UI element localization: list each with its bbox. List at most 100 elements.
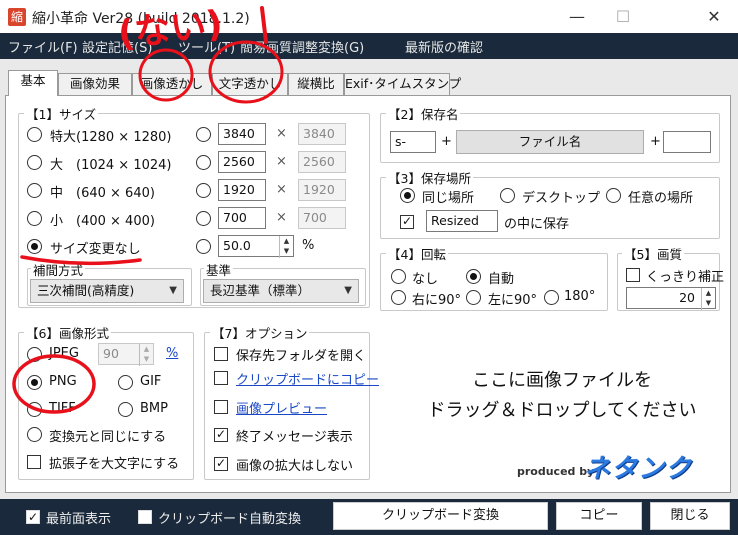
- width-input-s[interactable]: 700: [218, 207, 266, 229]
- subfolder-input[interactable]: Resized: [426, 210, 498, 232]
- width-input-l[interactable]: 2560: [218, 151, 266, 173]
- tab-exif[interactable]: Exif･タイムスタンプ: [344, 73, 461, 95]
- save-place-label: 【3】保存場所: [386, 168, 473, 187]
- clipboard-convert-button[interactable]: クリップボード変換: [333, 502, 548, 530]
- tab-basic[interactable]: 基本: [8, 70, 58, 96]
- no-enlarge-label: 画像の拡大はしない: [236, 459, 354, 474]
- rotate-none-label: なし: [412, 272, 439, 287]
- any-place-radio[interactable]: [606, 188, 621, 203]
- rotate-none-radio[interactable]: [391, 269, 406, 284]
- desktop-radio[interactable]: [500, 188, 515, 203]
- open-folder-checkbox[interactable]: [214, 347, 228, 361]
- finish-msg-label: 終了メッセージ表示: [236, 430, 353, 445]
- percent-radio[interactable]: [196, 239, 211, 254]
- format-label: 【6】画像形式: [24, 323, 111, 342]
- sharp-label: くっきり補正: [646, 270, 725, 285]
- tab-text-watermark[interactable]: 文字透かし: [212, 73, 288, 95]
- clip-auto-checkbox[interactable]: [138, 510, 152, 524]
- prefix-input[interactable]: s-: [390, 131, 436, 153]
- times-m: ×: [276, 182, 287, 197]
- menu-settings[interactable]: 設定記憶(S): [82, 37, 152, 56]
- tab-image-watermark[interactable]: 画像透かし: [132, 73, 212, 95]
- rotate-180-radio[interactable]: [544, 290, 559, 305]
- produced-by-text: produced by: [517, 465, 595, 478]
- topmost-checkbox[interactable]: ✓: [26, 510, 40, 524]
- height-input-l: 2560: [298, 151, 346, 173]
- sharp-checkbox[interactable]: [626, 268, 640, 282]
- chevron-down-icon: ▼: [169, 285, 177, 296]
- custom-m-radio[interactable]: [196, 183, 211, 198]
- menu-tools[interactable]: ツール(T): [178, 37, 235, 56]
- rotate-auto-radio[interactable]: [466, 269, 481, 284]
- plus-2: +: [650, 134, 661, 149]
- base-select[interactable]: 長辺基準（標準） ▼: [203, 279, 359, 303]
- size-s-label: 小 (400 × 400): [50, 214, 155, 229]
- dropzone[interactable]: ここに画像ファイルを ドラッグ＆ドロップしてください: [392, 366, 732, 426]
- close-window-button[interactable]: 閉じる: [650, 502, 730, 530]
- options-label: 【7】オプション: [210, 323, 310, 342]
- gif-radio[interactable]: [118, 375, 133, 390]
- size-l-radio[interactable]: [27, 155, 42, 170]
- app-icon: 縮: [8, 8, 26, 26]
- jpeg-percent-link[interactable]: %: [166, 346, 178, 361]
- rotate-right-radio[interactable]: [391, 290, 406, 305]
- png-radio[interactable]: [27, 375, 42, 390]
- same-place-radio[interactable]: [400, 188, 415, 203]
- copy-clipboard-checkbox[interactable]: [214, 371, 228, 385]
- save-name-label: 【2】保存名: [386, 104, 461, 123]
- tiff-label: TIFF: [49, 401, 76, 416]
- jpeg-radio[interactable]: [27, 347, 42, 362]
- size-xl-radio[interactable]: [27, 127, 42, 142]
- preview-checkbox[interactable]: [214, 400, 228, 414]
- height-input-xl: 3840: [298, 123, 346, 145]
- minimize-button[interactable]: —: [554, 0, 600, 33]
- dropzone-line-2: ドラッグ＆ドロップしてください: [427, 400, 697, 421]
- filename-button[interactable]: ファイル名: [456, 130, 644, 154]
- size-l-label: 大 (1024 × 1024): [50, 158, 172, 173]
- menu-quality[interactable]: 簡易画質調整変換(G): [240, 37, 364, 56]
- width-input-xl[interactable]: 3840: [218, 123, 266, 145]
- interp-select[interactable]: 三次補間(高精度) ▼: [30, 279, 184, 303]
- size-nochange-label: サイズ変更なし: [50, 242, 141, 257]
- tab-aspect[interactable]: 縦横比: [288, 73, 344, 95]
- menu-update[interactable]: 最新版の確認: [405, 37, 483, 56]
- tiff-radio[interactable]: [27, 402, 42, 417]
- subfolder-checkbox[interactable]: ✓: [400, 215, 414, 229]
- preview-link[interactable]: 画像プレビュー: [236, 398, 327, 417]
- size-s-radio[interactable]: [27, 211, 42, 226]
- size-m-radio[interactable]: [27, 183, 42, 198]
- rotate-right-label: 右に90°: [412, 293, 462, 308]
- window-title: 縮小革命 Ver28 (build 2018.1.2): [32, 11, 250, 27]
- height-input-s: 700: [298, 207, 346, 229]
- clip-auto-label: クリップボード自動変換: [158, 512, 302, 527]
- size-xl-label: 特大(1280 × 1280): [50, 130, 172, 145]
- copy-clipboard-link[interactable]: クリップボードにコピー: [236, 369, 379, 388]
- chevron-down-icon: ▼: [344, 285, 352, 296]
- height-input-m: 1920: [298, 179, 346, 201]
- open-folder-label: 保存先フォルダを開く: [236, 349, 367, 364]
- menu-file[interactable]: ファイル(F): [8, 37, 78, 56]
- topmost-label: 最前面表示: [46, 512, 112, 527]
- custom-xl-radio[interactable]: [196, 127, 211, 142]
- bmp-radio[interactable]: [118, 402, 133, 417]
- dropzone-line-1: ここに画像ファイルを: [472, 370, 652, 391]
- same-format-radio[interactable]: [27, 427, 42, 442]
- custom-s-radio[interactable]: [196, 211, 211, 226]
- uppercase-ext-checkbox[interactable]: [27, 455, 41, 469]
- tab-image-effect[interactable]: 画像効果: [58, 73, 132, 95]
- times-l: ×: [276, 154, 287, 169]
- quality-label: 【5】画質: [622, 244, 684, 263]
- no-enlarge-checkbox[interactable]: ✓: [214, 457, 228, 471]
- quality-spinner[interactable]: ▲ ▼: [701, 288, 715, 310]
- finish-msg-checkbox[interactable]: ✓: [214, 428, 228, 442]
- custom-l-radio[interactable]: [196, 155, 211, 170]
- same-place-label: 同じ場所: [422, 191, 475, 206]
- width-input-m[interactable]: 1920: [218, 179, 266, 201]
- copy-button[interactable]: コピー: [556, 502, 642, 530]
- maximize-button[interactable]: ☐: [600, 0, 646, 33]
- rotate-left-radio[interactable]: [466, 290, 481, 305]
- size-nochange-radio[interactable]: [27, 239, 42, 254]
- percent-spinner[interactable]: ▲ ▼: [279, 236, 293, 258]
- close-button[interactable]: ✕: [690, 0, 738, 33]
- suffix-input[interactable]: [663, 131, 711, 153]
